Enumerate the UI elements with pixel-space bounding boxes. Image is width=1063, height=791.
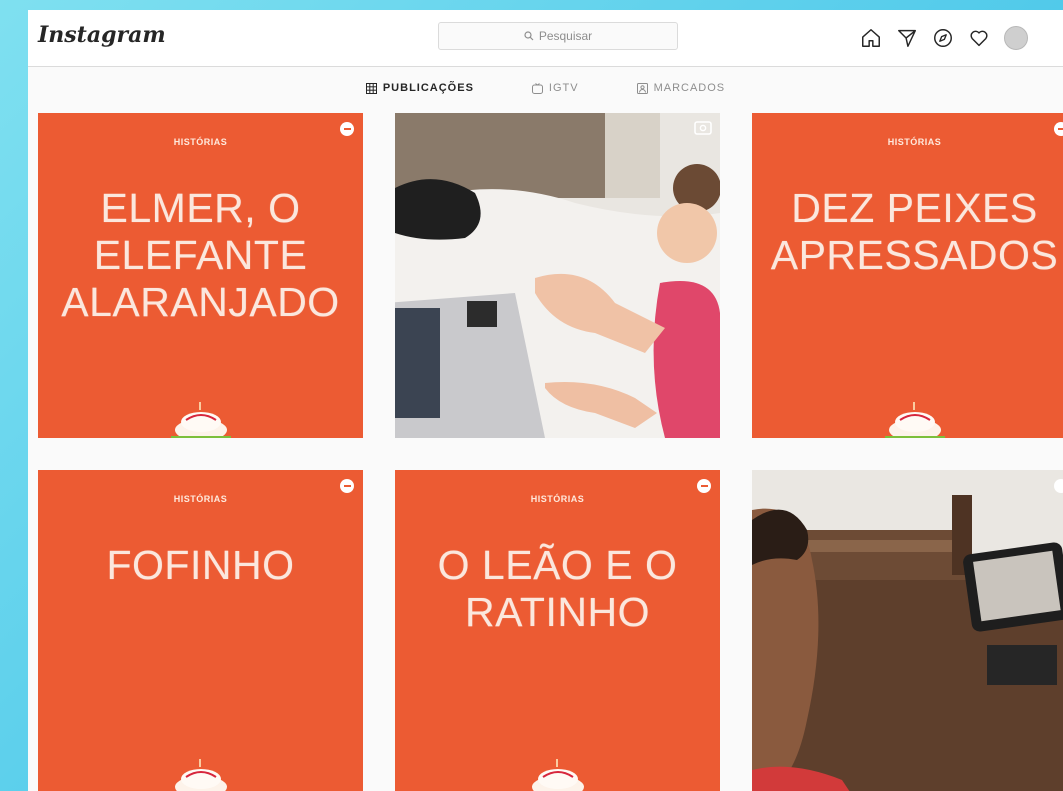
nav-icons — [860, 26, 1028, 50]
title-line: O LEÃO E O — [437, 542, 678, 588]
post-photo — [752, 470, 1063, 791]
tab-label: PUBLICAÇÕES — [382, 82, 474, 94]
profile-avatar[interactable] — [1004, 26, 1028, 50]
home-icon[interactable] — [860, 27, 882, 49]
activity-heart-icon[interactable] — [968, 27, 990, 49]
cake-logo — [174, 759, 227, 791]
profile-tabs: PUBLICAÇÕES IGTV MARCADOS — [28, 66, 1063, 110]
carousel-icon — [1054, 122, 1063, 136]
title-line: ALARANJADO — [61, 279, 340, 325]
tab-igtv[interactable]: IGTV — [531, 82, 579, 94]
title-line: APRESSADOS — [770, 232, 1059, 278]
post-tile[interactable] — [395, 113, 720, 438]
title-line: ELMER, O — [100, 185, 301, 231]
search-input[interactable]: Pesquisar — [438, 22, 678, 50]
igtv-icon — [531, 82, 543, 94]
carousel-icon — [340, 122, 354, 136]
explore-compass-icon[interactable] — [932, 27, 954, 49]
grid-icon — [365, 82, 377, 94]
post-photo — [395, 113, 720, 438]
tagged-icon — [636, 82, 648, 94]
tab-publicacoes[interactable]: PUBLICAÇÕES — [365, 82, 474, 94]
carousel-icon — [1054, 479, 1063, 493]
post-eyebrow: HISTÓRIAS — [530, 494, 585, 504]
title-line: RATINHO — [465, 589, 650, 635]
post-eyebrow: HISTÓRIAS — [173, 137, 228, 147]
direct-messages-icon[interactable] — [896, 27, 918, 49]
cake-logo — [884, 402, 945, 438]
post-title: O LEÃO E O RATINHO — [395, 542, 720, 636]
tab-marcados[interactable]: MARCADOS — [636, 82, 726, 94]
post-title: DEZ PEIXES APRESSADOS — [752, 185, 1063, 279]
title-line: ELEFANTE — [93, 232, 308, 278]
post-title: FOFINHO — [106, 542, 295, 588]
post-tile[interactable]: HISTÓRIAS FOFINHO — [38, 470, 363, 791]
tab-label: IGTV — [548, 82, 579, 94]
cake-logo — [170, 402, 231, 438]
cake-logo — [531, 759, 584, 791]
title-line: DEZ PEIXES — [791, 185, 1038, 231]
post-eyebrow: HISTÓRIAS — [887, 137, 942, 147]
search-placeholder: Pesquisar — [538, 29, 593, 43]
post-tile[interactable]: HISTÓRIAS ELMER, O ELEFANTE ALARANJADO — [38, 113, 363, 438]
post-tile[interactable]: HISTÓRIAS DEZ PEIXES APRESSADOS — [752, 113, 1063, 438]
post-title: ELMER, O ELEFANTE ALARANJADO — [38, 185, 363, 326]
carousel-icon — [697, 479, 711, 493]
tab-label: MARCADOS — [653, 82, 726, 94]
top-navigation-bar: Instagram Pesquisar — [28, 10, 1063, 67]
video-icon — [694, 121, 712, 135]
post-eyebrow: HISTÓRIAS — [173, 494, 228, 504]
post-tile[interactable]: HISTÓRIAS O LEÃO E O RATINHO — [395, 470, 720, 791]
carousel-icon — [340, 479, 354, 493]
post-tile[interactable] — [752, 470, 1063, 791]
search-icon — [524, 31, 534, 41]
instagram-window: Instagram Pesquisar PUBLICAÇÕES IGTV MAR… — [28, 10, 1063, 791]
instagram-logo[interactable]: Instagram — [38, 22, 166, 48]
